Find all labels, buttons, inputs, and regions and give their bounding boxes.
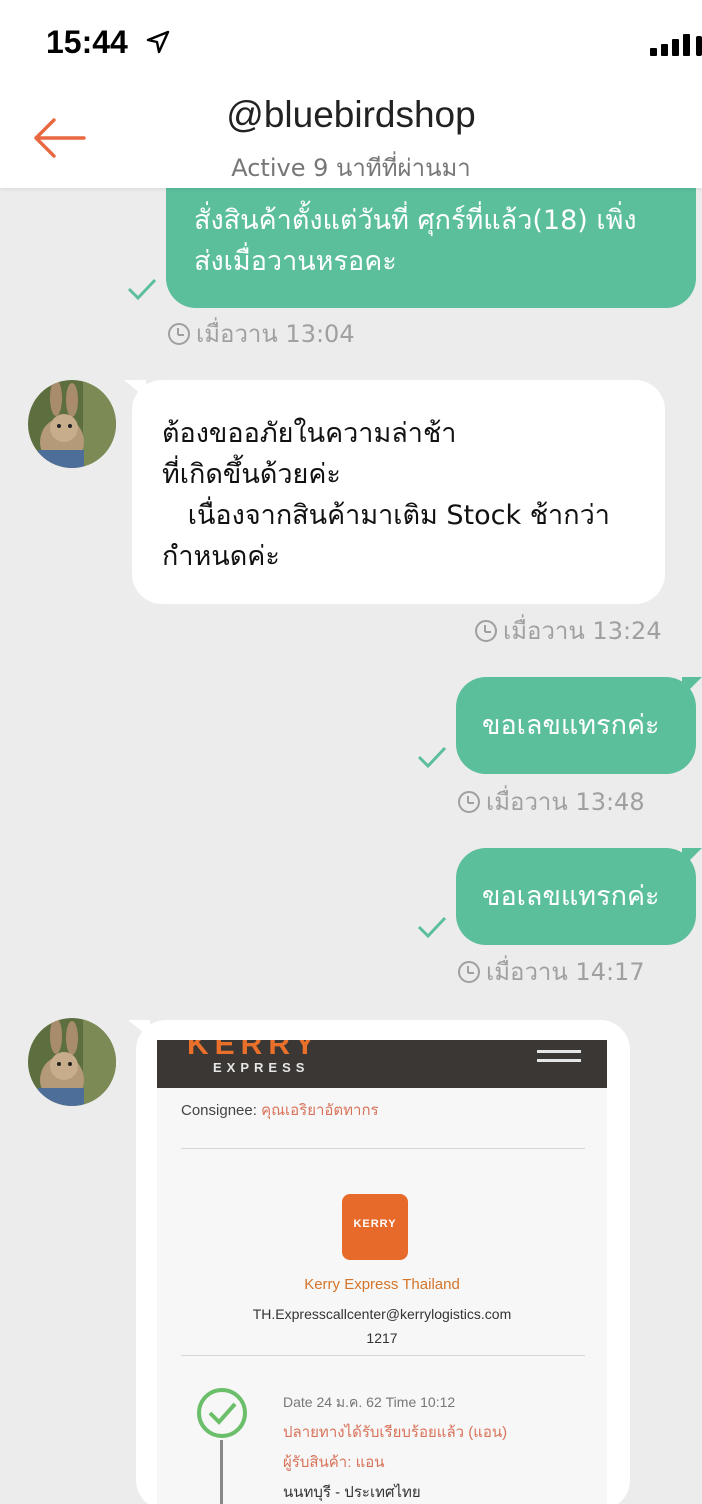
tracking-location: นนทบุรี - ประเทศไทย — [283, 1484, 421, 1501]
kerry-header-bar: KERRY EXPRESS — [157, 1040, 607, 1088]
message-bubble-incoming[interactable]: ต้องขออภัยในความล่าช้า ที่เกิดขึ้นด้วยค่… — [132, 380, 665, 604]
message-text: เนื่องจากสินค้ามาเติม Stock ช้ากว่า — [162, 500, 610, 531]
clock-icon — [475, 620, 497, 642]
status-bar: 15:44 — [0, 0, 702, 86]
status-time: 15:44 — [46, 24, 128, 60]
message-text: ต้องขออภัยในความล่าช้า — [162, 418, 457, 449]
message-timestamp: เมื่อวาน 13:04 — [168, 317, 355, 351]
tracking-date: Date 24 ม.ค. 62 Time 10:12 — [283, 1394, 456, 1410]
chat-header: @bluebirdshop Active 9 นาทีที่ผ่านมา — [0, 86, 702, 188]
tracking-screenshot-image[interactable]: KERRY EXPRESS Consignee: คุณเอริยาอัตทาก… — [157, 1040, 607, 1504]
divider — [181, 1148, 585, 1149]
avatar[interactable] — [28, 1018, 116, 1106]
message-bubble-outgoing[interactable]: ขอเลขแทรกค่ะ — [456, 848, 696, 945]
sent-check-icon — [127, 278, 157, 301]
message-bubble-outgoing[interactable]: ขอเลขแทรกค่ะ — [456, 677, 696, 774]
message-text: ที่เกิดขึ้นด้วยค่ะ — [162, 459, 341, 490]
clock-icon — [458, 791, 480, 813]
message-timestamp: เมื่อวาน 13:24 — [475, 614, 662, 648]
kerry-brand-text: KERRY — [187, 1040, 321, 1061]
image-message-bubble[interactable]: KERRY EXPRESS Consignee: คุณเอริยาอัตทาก… — [136, 1020, 630, 1504]
company-phone: 1217 — [366, 1330, 398, 1346]
sent-check-icon — [417, 916, 447, 939]
bubble-tail — [682, 848, 702, 868]
message-timestamp: เมื่อวาน 13:48 — [458, 785, 645, 819]
message-timestamp: เมื่อวาน 14:17 — [458, 955, 645, 989]
express-text: EXPRESS — [213, 1060, 310, 1075]
hamburger-menu-icon — [537, 1050, 581, 1070]
chat-title: @bluebirdshop — [226, 94, 476, 135]
active-status: Active 9 นาทีที่ผ่านมา — [231, 154, 471, 182]
consignee-line: Consignee: คุณเอริยาอัตทากร — [181, 1102, 379, 1119]
clock-icon — [458, 961, 480, 983]
message-text: ขอเลขแทรกค่ะ — [482, 881, 660, 912]
signal-icon — [650, 32, 702, 56]
message-text: ขอเลขแทรกค่ะ — [482, 710, 660, 741]
tracking-status: ปลายทางได้รับเรียบร้อยแล้ว (แอน) — [283, 1424, 508, 1441]
delivered-check-icon — [197, 1388, 247, 1438]
location-arrow-icon — [146, 30, 170, 54]
divider — [181, 1355, 585, 1356]
avatar[interactable] — [28, 380, 116, 468]
company-name: Kerry Express Thailand — [304, 1276, 460, 1293]
bubble-tail — [682, 677, 702, 697]
sent-check-icon — [417, 746, 447, 769]
message-text: กำหนดค่ะ — [162, 541, 280, 572]
kerry-logo: KERRY — [342, 1194, 408, 1260]
clock-icon — [168, 323, 190, 345]
message-text: ส่งเมื่อวานหรอคะ — [194, 246, 397, 277]
tracking-receiver: ผู้รับสินค้า: แอน — [283, 1454, 385, 1471]
company-email: TH.Expresscallcenter@kerrylogistics.com — [252, 1306, 512, 1322]
timeline-line — [220, 1440, 223, 1504]
message-text: สั่งสินค้าตั้งแต่วันที่ ศุกร์ที่แล้ว(18)… — [194, 205, 637, 236]
